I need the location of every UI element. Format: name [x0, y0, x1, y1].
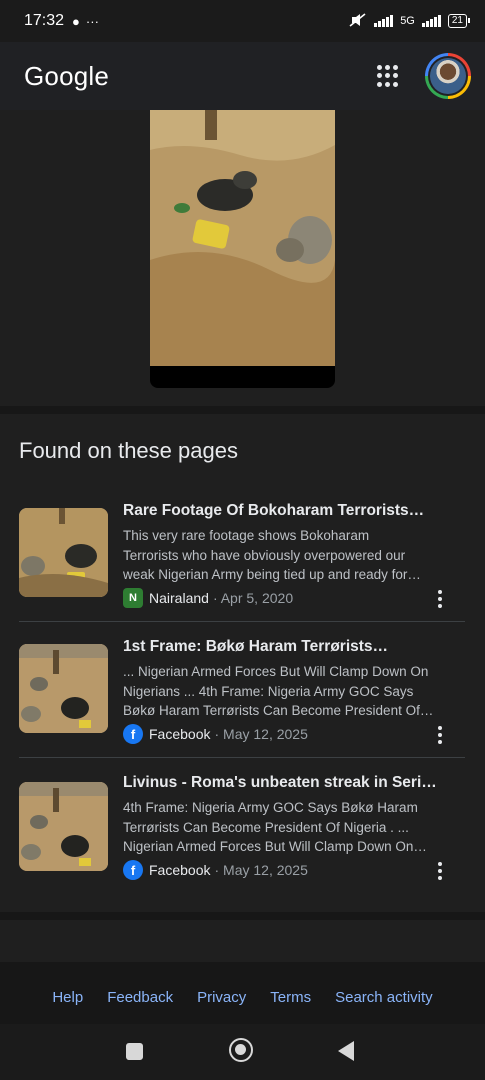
footer-link-terms[interactable]: Terms	[270, 989, 311, 1006]
status-bar: 17:32 ● ··· 5G 21	[0, 0, 485, 42]
result-snippet: This very rare footage shows Bokoharam T…	[123, 526, 445, 585]
facebook-icon: f	[123, 860, 143, 880]
snippet-line: ... Nigerian Armed Forces But Will Clamp…	[123, 664, 429, 679]
source-date: · May 12, 2025	[214, 726, 308, 742]
result-title[interactable]: 1st Frame: Bøkø Haram Terrørists…	[123, 638, 445, 656]
recents-button[interactable]	[126, 1043, 143, 1060]
back-button[interactable]	[338, 1041, 354, 1061]
video-frame-bottom	[150, 366, 335, 388]
footer-link-help[interactable]: Help	[52, 989, 83, 1006]
result-source: f Facebook · May 12, 2025	[123, 860, 308, 880]
footer-link-feedback[interactable]: Feedback	[107, 989, 173, 1006]
home-button[interactable]	[229, 1038, 253, 1062]
network-type: 5G	[400, 15, 415, 27]
battery-icon: 21	[447, 14, 471, 28]
source-name: Facebook	[149, 862, 211, 878]
battery-level: 21	[451, 15, 463, 26]
result-source: f Facebook · May 12, 2025	[123, 724, 308, 744]
snippet-line: Nigerians ... 4th Frame: Nigeria Army GO…	[123, 683, 414, 699]
result-snippet: ... Nigerian Armed Forces But Will Clamp…	[123, 662, 445, 721]
result-item[interactable]: 1st Frame: Bøkø Haram Terrørists… ... Ni…	[0, 622, 485, 758]
system-nav-bar	[0, 1024, 485, 1080]
source-name: Nairaland	[149, 590, 209, 606]
result-title[interactable]: Livinus - Roma's unbeaten streak in Seri…	[123, 774, 445, 792]
footer: Help Feedback Privacy Terms Search activ…	[0, 970, 485, 1024]
signal-icon-2	[421, 15, 441, 27]
account-avatar[interactable]	[425, 53, 471, 99]
signal-icon	[374, 15, 394, 27]
section-title: Found on these pages	[19, 438, 238, 463]
more-notifications-icon: ···	[85, 13, 99, 29]
result-snippet: 4th Frame: Nigeria Army GOC Says Bøkø Ha…	[123, 798, 445, 857]
notification-icons: ● ···	[72, 14, 99, 29]
result-thumbnail[interactable]	[19, 508, 108, 597]
result-thumbnail[interactable]	[19, 782, 108, 871]
footer-link-privacy[interactable]: Privacy	[197, 989, 246, 1006]
google-logo[interactable]: Google	[24, 61, 109, 92]
result-thumbnail[interactable]	[19, 644, 108, 733]
result-item[interactable]: Livinus - Roma's unbeaten streak in Seri…	[0, 758, 485, 894]
status-time: 17:32	[24, 12, 65, 29]
image-preview-area	[0, 110, 485, 406]
more-options-icon[interactable]	[437, 590, 443, 608]
more-options-icon[interactable]	[437, 726, 443, 744]
mute-icon	[349, 12, 367, 30]
video-frame-image[interactable]	[150, 110, 335, 366]
snippet-line: Bøkø Haram Terrørists Can Become Preside…	[123, 703, 434, 718]
header: Google	[0, 42, 485, 110]
found-on-pages-section: Found on these pages Rare Footage Of Bok…	[0, 416, 485, 912]
facebook-icon: f	[123, 724, 143, 744]
snippet-line: weak Nigerian Army being tied up and rea…	[123, 567, 421, 582]
avatar-photo	[430, 58, 466, 94]
nairaland-icon: N	[123, 588, 143, 608]
source-name: Facebook	[149, 726, 211, 742]
result-title[interactable]: Rare Footage Of Bokoharam Terrorists…	[123, 502, 445, 520]
section-divider	[0, 912, 485, 920]
snippet-line: Terrorists who have obviously overpowere…	[123, 547, 406, 563]
section-divider	[0, 406, 485, 414]
snippet-line: Nigerian Armed Forces But Will Clamp Dow…	[123, 839, 427, 854]
snippet-line: 4th Frame: Nigeria Army GOC Says Bøkø Ha…	[123, 800, 418, 815]
result-item[interactable]: Rare Footage Of Bokoharam Terrorists… Th…	[0, 486, 485, 622]
status-right: 5G 21	[349, 12, 471, 30]
snippet-line: Terrørists Can Become President Of Niger…	[123, 819, 409, 835]
source-date: · May 12, 2025	[214, 862, 308, 878]
more-options-icon[interactable]	[437, 862, 443, 880]
apps-grid-icon[interactable]	[377, 65, 399, 87]
empty-section	[0, 920, 485, 962]
chat-bubble-icon: ●	[72, 13, 80, 29]
section-divider	[0, 962, 485, 970]
result-source: N Nairaland · Apr 5, 2020	[123, 588, 293, 608]
footer-link-search-activity[interactable]: Search activity	[335, 989, 433, 1006]
snippet-line: This very rare footage shows Bokoharam	[123, 528, 370, 543]
source-date: · Apr 5, 2020	[212, 590, 294, 606]
